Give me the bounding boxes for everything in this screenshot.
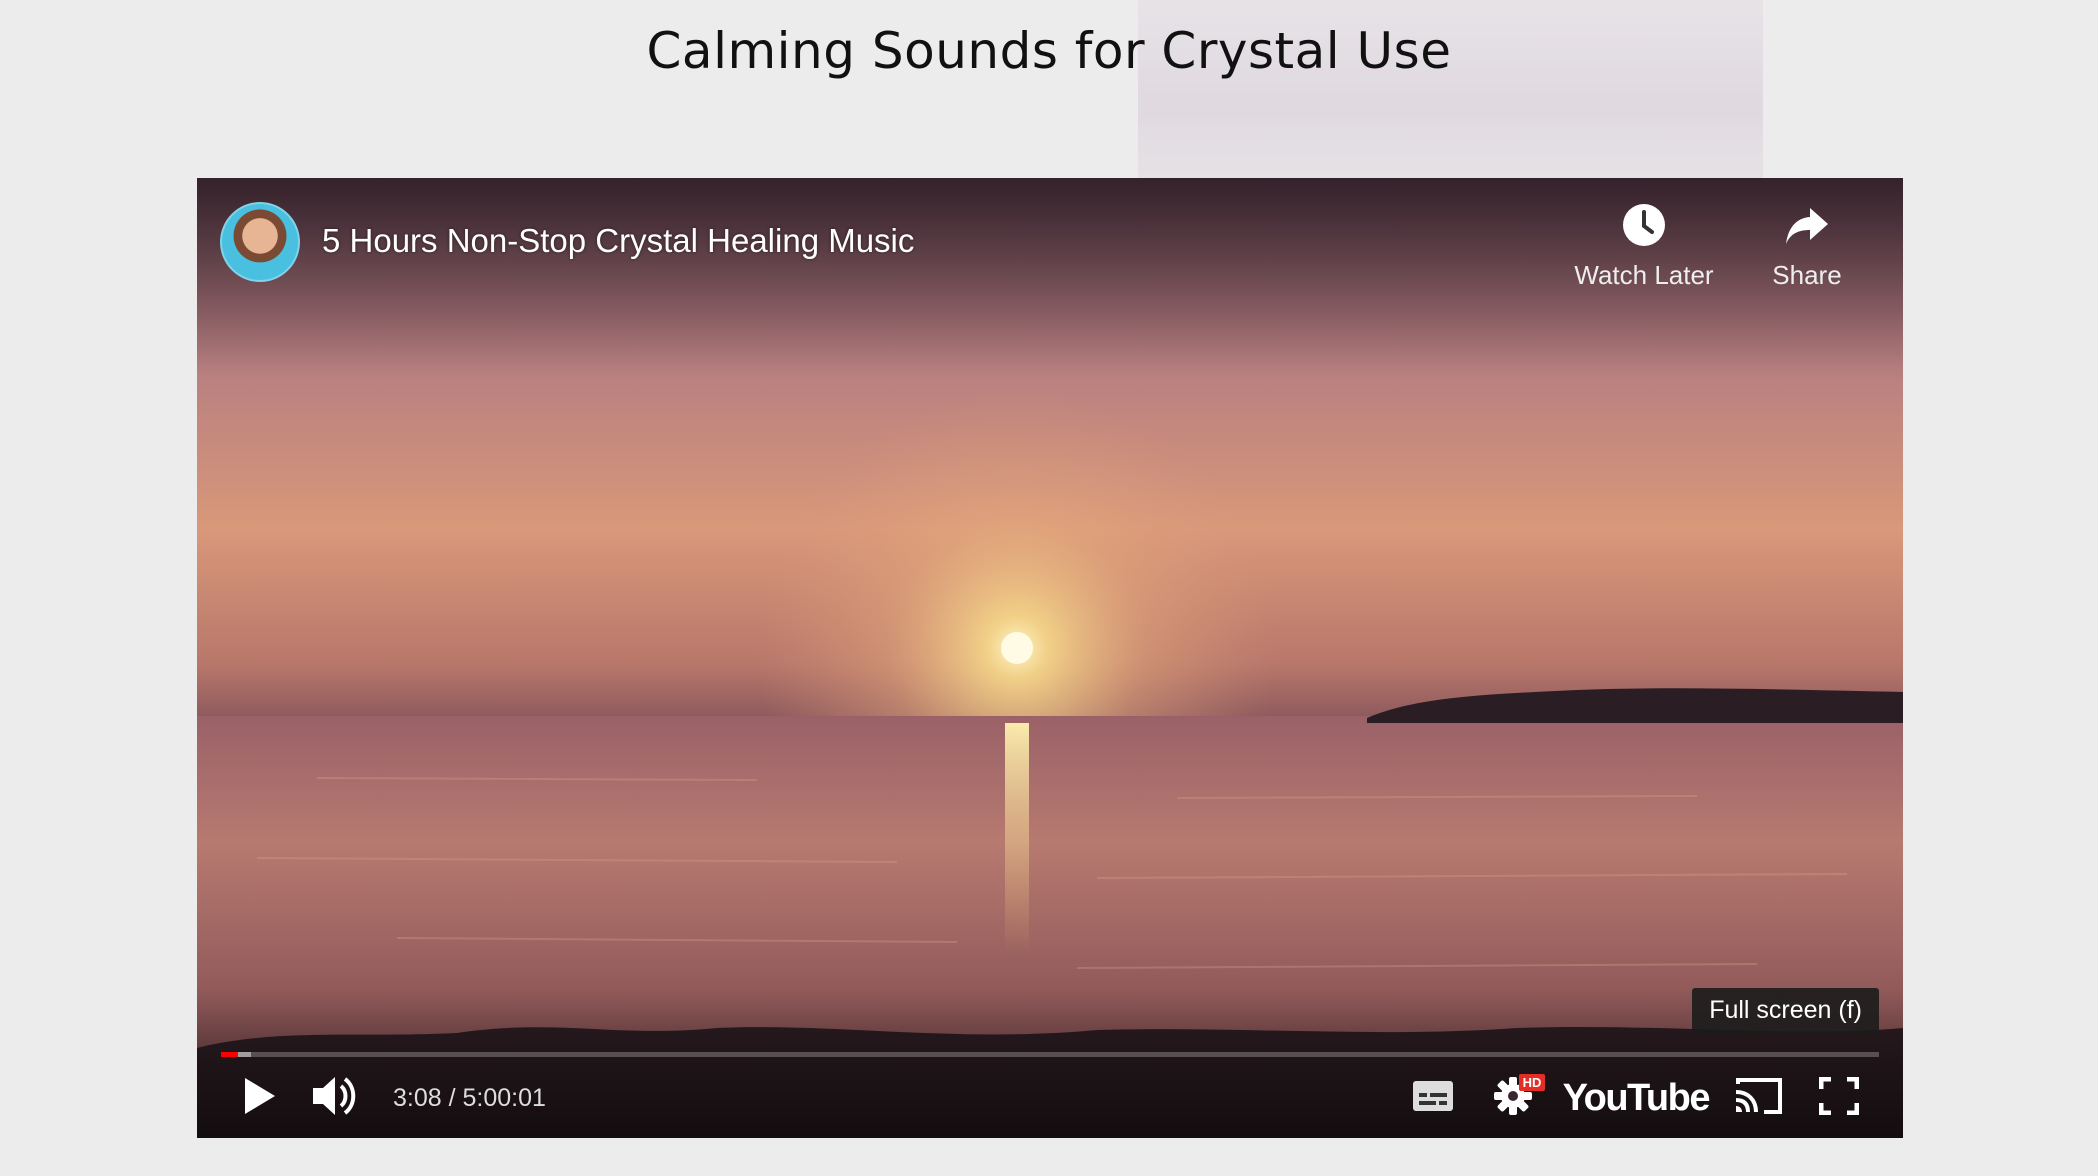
clock-icon [1559, 202, 1729, 252]
video-player[interactable]: 5 Hours Non-Stop Crystal Healing Music W… [197, 178, 1903, 1138]
cast-button[interactable] [1719, 1068, 1799, 1128]
subtitles-button[interactable] [1393, 1068, 1473, 1128]
progress-played [221, 1052, 239, 1057]
hd-badge: HD [1518, 1074, 1546, 1091]
fullscreen-icon [1818, 1076, 1860, 1119]
share-arrow-icon [1722, 202, 1892, 252]
watch-later-button[interactable]: Watch Later [1559, 202, 1729, 291]
fullscreen-tooltip: Full screen (f) [1692, 988, 1879, 1033]
captions-icon [1412, 1080, 1454, 1116]
progress-bar[interactable] [221, 1052, 1879, 1057]
play-icon [241, 1076, 277, 1120]
watch-later-label: Watch Later [1574, 260, 1714, 290]
share-label: Share [1772, 260, 1842, 290]
share-button[interactable]: Share [1722, 202, 1892, 291]
page-title: Calming Sounds for Crystal Use [646, 22, 1452, 80]
fullscreen-button[interactable] [1799, 1068, 1879, 1128]
play-button[interactable] [221, 1068, 297, 1128]
mute-button[interactable] [297, 1068, 373, 1128]
time-display: 3:08 / 5:00:01 [393, 1083, 546, 1112]
control-bar: 3:08 / 5:00:01 HD YouTube [221, 1068, 1879, 1128]
volume-icon [311, 1074, 359, 1122]
cast-icon [1734, 1076, 1784, 1120]
video-title[interactable]: 5 Hours Non-Stop Crystal Healing Music [322, 222, 914, 260]
settings-button[interactable]: HD [1473, 1068, 1553, 1128]
youtube-logo[interactable]: YouTube [1553, 1068, 1719, 1128]
channel-avatar[interactable] [220, 202, 300, 282]
